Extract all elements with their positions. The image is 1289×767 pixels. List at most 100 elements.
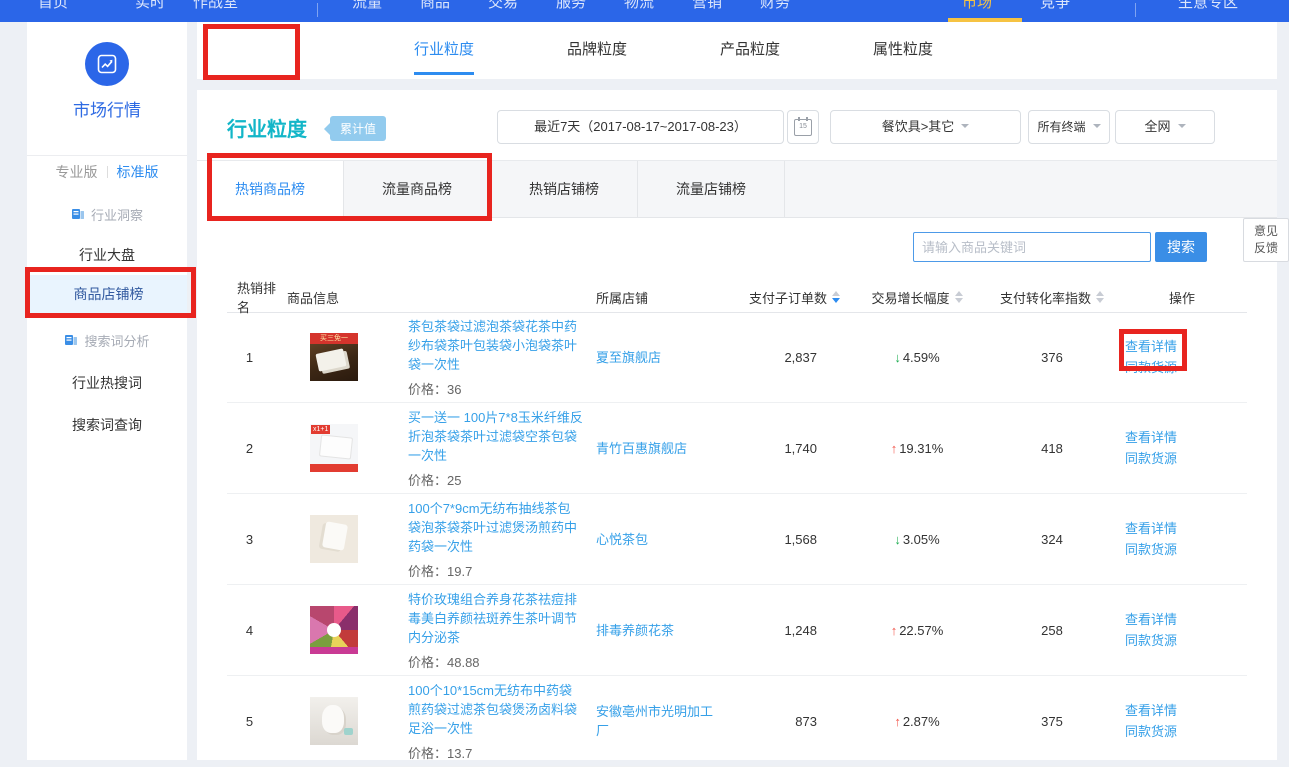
edition-standard[interactable]: 标准版 (117, 164, 159, 180)
terminal-dropdown[interactable]: 所有终端 (1028, 110, 1110, 144)
same-supply-link[interactable]: 同款货源 (1125, 539, 1247, 560)
rank-value: 1 (227, 350, 287, 365)
col-growth-sort[interactable]: 交易增长幅度 (847, 287, 987, 307)
calendar-button[interactable]: 15 (787, 110, 819, 144)
category-dropdown[interactable]: 餐饮具>其它 (830, 110, 1021, 144)
nav-item-finance[interactable]: 财务 (760, 0, 790, 12)
flower-tea-center (327, 623, 341, 637)
product-image[interactable] (310, 697, 358, 745)
table-row: 5 100个10*15cm无纺布中药袋煎药袋过滤茶包袋煲汤卤料袋足浴一次性 价格… (197, 676, 1277, 767)
subtab-traffic-products[interactable]: 流量商品榜 (344, 161, 491, 218)
product-image[interactable] (310, 515, 358, 563)
col-actions: 操作 (1117, 288, 1247, 307)
growth-arrow-icon: ↓ (894, 350, 901, 365)
product-image[interactable]: x1+1 (310, 424, 358, 472)
growth-value: 22.57% (899, 623, 943, 638)
search-button[interactable]: 搜索 (1155, 232, 1207, 262)
paid-suborders-value: 873 (742, 714, 847, 729)
nav-item-traffic[interactable]: 流量 (352, 0, 382, 12)
same-supply-link[interactable]: 同款货源 (1125, 357, 1247, 378)
product-title-link[interactable]: 买一送一 100片7*8玉米纤维反折泡茶袋茶叶过滤袋空茶包袋一次性 (408, 408, 583, 465)
tab-industry-granularity[interactable]: 行业粒度 (414, 22, 474, 79)
nav-item-products[interactable]: 商品 (420, 0, 450, 12)
view-details-link[interactable]: 查看详情 (1125, 427, 1247, 448)
network-dropdown[interactable]: 全网 (1115, 110, 1215, 144)
product-title-link[interactable]: 100个7*9cm无纺布抽线茶包袋泡茶袋茶叶过滤煲汤煎药中药袋一次性 (408, 499, 583, 556)
conversion-index-value: 418 (987, 441, 1117, 456)
subtab-traffic-shops[interactable]: 流量店铺榜 (638, 161, 785, 218)
product-title-link[interactable]: 茶包茶袋过滤泡茶袋花茶中药纱布袋茶叶包装袋小泡袋茶叶袋一次性 (408, 317, 583, 374)
nav-item-competition[interactable]: 竞争 (1040, 0, 1070, 12)
growth-arrow-icon: ↑ (894, 714, 901, 729)
subtab-hot-shops[interactable]: 热销店铺榜 (491, 161, 638, 218)
growth-value: 4.59% (903, 350, 940, 365)
nav-item-realtime[interactable]: 实时 (135, 0, 165, 12)
nav-item-trade[interactable]: 交易 (488, 0, 518, 12)
same-supply-link[interactable]: 同款货源 (1125, 630, 1247, 651)
paid-suborders-value: 1,248 (742, 623, 847, 638)
teabag-shape (315, 348, 346, 371)
table-body: 1 买三免一 茶包茶袋过滤泡茶袋花茶中药纱布袋茶叶包装袋小泡袋茶叶袋一次性 价格… (197, 312, 1277, 767)
teabag-shape (319, 434, 353, 459)
edition-pro[interactable]: 专业版 (56, 164, 98, 180)
sidebar-item-search-word-query[interactable]: 搜索词查询 (27, 406, 187, 444)
table-row: 2 x1+1 买一送一 100片7*8玉米纤维反折泡茶袋茶叶过滤袋空茶包袋一次性… (197, 403, 1277, 494)
table-row: 4 特价玫瑰组合养身花茶祛痘排毒美白养颜祛斑养生茶叶调节内分泌茶 价格：48.8… (197, 585, 1277, 676)
product-image[interactable] (310, 606, 358, 654)
shop-link[interactable]: 安徽亳州市光明加工厂 (596, 704, 713, 738)
nav-item-marketing[interactable]: 营销 (692, 0, 722, 12)
view-details-link[interactable]: 查看详情 (1125, 336, 1247, 357)
view-details-link[interactable]: 查看详情 (1125, 700, 1247, 721)
product-title-link[interactable]: 100个10*15cm无纺布中药袋煎药袋过滤茶包袋煲汤卤料袋足浴一次性 (408, 681, 583, 738)
tab-product-granularity[interactable]: 产品粒度 (720, 22, 780, 79)
teapot-shape (344, 728, 353, 735)
shop-link[interactable]: 心悦茶包 (596, 532, 648, 547)
chevron-down-icon (961, 124, 969, 132)
keyword-search-input[interactable] (913, 232, 1151, 262)
shop-link[interactable]: 青竹百惠旗舰店 (596, 441, 687, 456)
nav-item-market[interactable]: 市场 (962, 0, 992, 12)
date-range-picker[interactable]: 最近7天（2017-08-17~2017-08-23） (497, 110, 784, 144)
subtab-filler (785, 161, 1277, 218)
product-title-link[interactable]: 特价玫瑰组合养身花茶祛痘排毒美白养颜祛斑养生茶叶调节内分泌茶 (408, 590, 583, 647)
tab-attribute-granularity[interactable]: 属性粒度 (873, 22, 933, 79)
shop-link[interactable]: 排毒养颜花茶 (596, 623, 674, 638)
table-header: 热销排名 商品信息 所属店铺 支付子订单数 交易增长幅度 支付转化率指数 操作 (197, 278, 1277, 312)
sidebar-item-product-shop-rank[interactable]: 商品店铺榜 (27, 275, 187, 313)
nav-item-warroom[interactable]: 作战室 (193, 0, 238, 12)
same-supply-link[interactable]: 同款货源 (1125, 448, 1247, 469)
nav-item-logistics[interactable]: 物流 (624, 0, 654, 12)
rank-value: 3 (227, 532, 287, 547)
sort-icons (1096, 287, 1104, 307)
nav-item-service[interactable]: 服务 (556, 0, 586, 12)
sort-icons (955, 287, 963, 307)
sidebar-section-search-analysis: 搜索词分析 (27, 326, 187, 354)
nav-item-home[interactable]: 首页 (38, 0, 68, 12)
paid-suborders-value: 1,740 (742, 441, 847, 456)
shop-link[interactable]: 夏至旗舰店 (596, 350, 661, 365)
col-paid-suborders-sort[interactable]: 支付子订单数 (742, 287, 847, 307)
paid-suborders-value: 2,837 (742, 350, 847, 365)
subtab-hot-products[interactable]: 热销商品榜 (197, 161, 344, 218)
feedback-label: 意见 (1254, 223, 1278, 240)
feedback-widget[interactable]: 意见 反馈 (1243, 218, 1289, 262)
col-conversion-index-sort[interactable]: 支付转化率指数 (987, 287, 1117, 307)
growth-value: 3.05% (903, 532, 940, 547)
growth-value: 2.87% (903, 714, 940, 729)
paid-suborders-value: 1,568 (742, 532, 847, 547)
view-details-link[interactable]: 查看详情 (1125, 518, 1247, 539)
calendar-icon: 15 (794, 119, 812, 136)
sidebar-item-hot-search-words[interactable]: 行业热搜词 (27, 364, 187, 402)
tab-brand-granularity[interactable]: 品牌粒度 (567, 22, 627, 79)
image-banner-strip (310, 647, 358, 654)
product-image[interactable]: 买三免一 (310, 333, 358, 381)
feedback-label: 反馈 (1254, 240, 1278, 257)
nav-item-biz-zone[interactable]: 生意专区 (1178, 0, 1238, 12)
view-details-link[interactable]: 查看详情 (1125, 609, 1247, 630)
same-supply-link[interactable]: 同款货源 (1125, 721, 1247, 742)
rank-value: 5 (227, 714, 287, 729)
sidebar-item-industry-overview[interactable]: 行业大盘 (27, 236, 187, 274)
conversion-index-value: 324 (987, 532, 1117, 547)
ledger-icon (71, 207, 85, 221)
divider (27, 155, 187, 156)
